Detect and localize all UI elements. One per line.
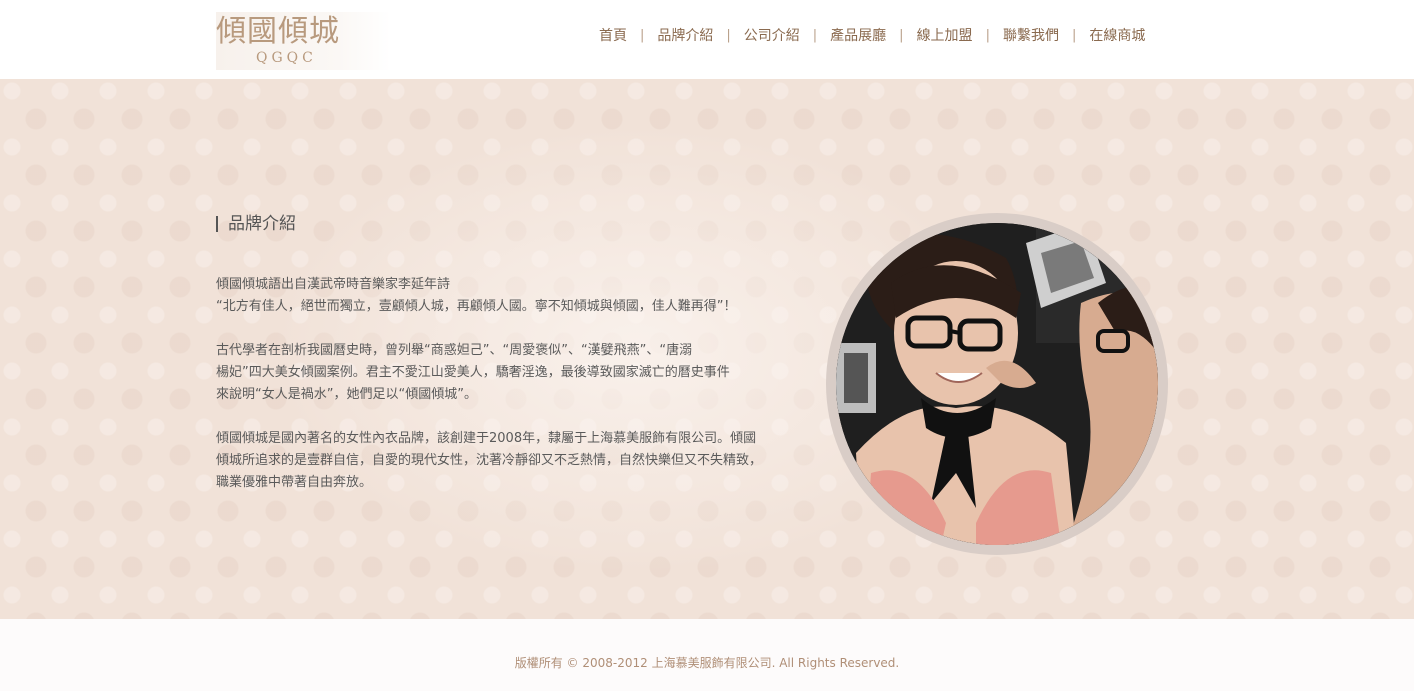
text-line: “北方有佳人，絕世而獨立，壹顧傾人城，再顧傾人國。寧不知傾城與傾國，佳人難再得”… bbox=[216, 299, 737, 314]
logo-text: 傾國傾城 bbox=[216, 14, 340, 49]
content-area: 品牌介紹 傾國傾城語出自漢武帝時音樂家李延年詩 “北方有佳人，絕世而獨立，壹顧傾… bbox=[0, 79, 1414, 619]
nav-product-gallery[interactable]: 產品展廳 bbox=[817, 26, 899, 46]
brand-description: 傾國傾城語出自漢武帝時音樂家李延年詩 “北方有佳人，絕世而獨立，壹顧傾人城，再顧… bbox=[216, 274, 816, 516]
text-line: 傾國傾城是國內著名的女性內衣品牌，該創建于2008年，隸屬于上海慕美服飾有限公司… bbox=[216, 431, 757, 446]
brand-photo bbox=[836, 223, 1158, 545]
main-nav: 首頁 | 品牌介紹 | 公司介紹 | 產品展廳 | 線上加盟 | 聯繫我們 | … bbox=[586, 26, 1158, 46]
text-line: 傾城所追求的是壹群自信，自愛的現代女性，沈著冷靜卻又不乏熱情，自然快樂但又不失精… bbox=[216, 453, 763, 468]
site-logo[interactable]: 傾國傾城 QGQC bbox=[216, 12, 391, 70]
copyright-text: 版權所有 © 2008-2012 上海慕美服飾有限公司. All Rights … bbox=[514, 656, 900, 670]
paragraph-history: 古代學者在剖析我國曆史時，曾列舉“商惑妲己”、“周愛褒似”、“漢嬖飛燕”、“唐溺… bbox=[216, 340, 816, 406]
nav-contact-us[interactable]: 聯繫我們 bbox=[990, 26, 1072, 46]
site-header: 傾國傾城 QGQC 首頁 | 品牌介紹 | 公司介紹 | 產品展廳 | 線上加盟… bbox=[0, 0, 1414, 79]
section-title: 品牌介紹 bbox=[216, 213, 296, 235]
text-line: 古代學者在剖析我國曆史時，曾列舉“商惑妲己”、“周愛褒似”、“漢嬖飛燕”、“唐溺 bbox=[216, 343, 693, 358]
photo-frame bbox=[826, 213, 1168, 555]
text-line: 職業優雅中帶著自由奔放。 bbox=[216, 475, 373, 490]
text-line: 楊妃”四大美女傾國案例。君主不愛江山愛美人，驕奢淫逸，最後導致國家滅亡的曆史事件 bbox=[216, 365, 730, 380]
paragraph-origin: 傾國傾城語出自漢武帝時音樂家李延年詩 “北方有佳人，絕世而獨立，壹顧傾人城，再顧… bbox=[216, 274, 816, 318]
nav-online-franchise[interactable]: 線上加盟 bbox=[904, 26, 986, 46]
text-line: 傾國傾城語出自漢武帝時音樂家李延年詩 bbox=[216, 277, 451, 292]
site-footer: 版權所有 © 2008-2012 上海慕美服飾有限公司. All Rights … bbox=[0, 619, 1414, 691]
page-title: 品牌介紹 bbox=[228, 214, 296, 234]
nav-home[interactable]: 首頁 bbox=[586, 26, 640, 46]
nav-brand-intro[interactable]: 品牌介紹 bbox=[644, 26, 726, 46]
paragraph-brand: 傾國傾城是國內著名的女性內衣品牌，該創建于2008年，隸屬于上海慕美服飾有限公司… bbox=[216, 428, 816, 494]
nav-online-store[interactable]: 在線商城 bbox=[1076, 26, 1158, 46]
model-photo-illustration bbox=[836, 223, 1158, 545]
title-bar bbox=[216, 216, 218, 232]
text-line: 來說明“女人是禍水”，她們足以“傾國傾城”。 bbox=[216, 387, 477, 402]
logo-subtitle: QGQC bbox=[256, 50, 317, 66]
nav-company-intro[interactable]: 公司介紹 bbox=[731, 26, 813, 46]
